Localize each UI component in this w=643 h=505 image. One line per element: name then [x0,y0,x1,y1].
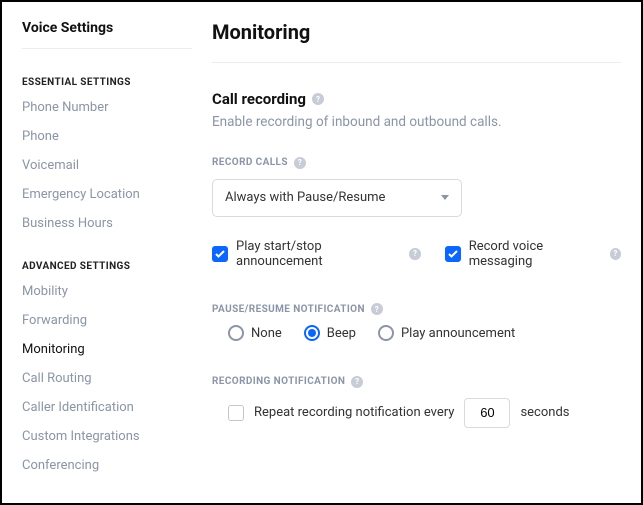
pause-resume-label-row: PAUSE/RESUME NOTIFICATION ? [212,303,383,315]
help-icon[interactable]: ? [610,248,621,260]
record-voice-messaging-label: Record voice messaging [469,239,602,269]
call-recording-description: Enable recording of inbound and outbound… [212,114,621,130]
sidebar-item-phone[interactable]: Phone [22,129,192,144]
help-icon[interactable]: ? [351,376,363,388]
repeat-notification-checkbox[interactable] [228,405,244,421]
check-icon [448,250,458,258]
sidebar-item-business-hours[interactable]: Business Hours [22,216,192,231]
sidebar-item-mobility[interactable]: Mobility [22,284,192,299]
sidebar-item-phone-number[interactable]: Phone Number [22,100,192,115]
record-calls-label: RECORD CALLS [212,157,288,168]
main-content: Monitoring Call recording ? Enable recor… [202,20,621,485]
help-icon[interactable]: ? [371,303,383,315]
sidebar-item-call-routing[interactable]: Call Routing [22,371,192,386]
call-recording-title-row: Call recording ? [212,90,324,108]
repeat-notification-row: Repeat recording notification every seco… [212,398,621,428]
play-announcement-label: Play start/stop announcement [236,239,401,269]
sidebar-item-emergency-location[interactable]: Emergency Location [22,187,192,202]
pause-resume-label: PAUSE/RESUME NOTIFICATION [212,304,365,315]
announcement-checkbox-row: Play start/stop announcement ? Record vo… [212,239,621,269]
advanced-settings-header: ADVANCED SETTINGS [22,261,192,272]
sidebar-item-voicemail[interactable]: Voicemail [22,158,192,173]
help-icon[interactable]: ? [409,248,420,260]
radio-play-announcement[interactable] [378,325,394,341]
essential-settings-header: ESSENTIAL SETTINGS [22,77,192,88]
radio-beep-label: Beep [327,326,356,341]
sidebar: Voice Settings ESSENTIAL SETTINGS Phone … [22,20,202,485]
call-recording-title: Call recording [212,90,306,108]
repeat-interval-input[interactable] [464,398,510,428]
radio-none[interactable] [228,325,244,341]
check-icon [215,250,225,258]
sidebar-item-custom-integrations[interactable]: Custom Integrations [22,429,192,444]
sidebar-item-conferencing[interactable]: Conferencing [22,458,192,473]
record-calls-label-row: RECORD CALLS ? [212,157,306,169]
chevron-down-icon [441,195,449,200]
help-icon[interactable]: ? [294,157,306,169]
sidebar-essential-group: ESSENTIAL SETTINGS Phone Number Phone Vo… [22,77,192,231]
sidebar-item-forwarding[interactable]: Forwarding [22,313,192,328]
help-icon[interactable]: ? [312,93,324,105]
radio-play-announcement-label: Play announcement [401,326,515,341]
call-recording-section: Call recording ? Enable recording of inb… [212,89,621,428]
pause-resume-option-beep[interactable]: Beep [304,325,356,341]
sidebar-item-monitoring[interactable]: Monitoring [22,342,192,357]
play-announcement-option[interactable]: Play start/stop announcement ? [212,239,421,269]
record-calls-value: Always with Pause/Resume [225,190,385,205]
sidebar-advanced-group: ADVANCED SETTINGS Mobility Forwarding Mo… [22,261,192,473]
sidebar-title: Voice Settings [22,20,192,49]
record-voice-messaging-option[interactable]: Record voice messaging ? [445,239,621,269]
repeat-label-prefix: Repeat recording notification every [254,405,454,420]
repeat-label-suffix: seconds [520,405,569,420]
sidebar-item-caller-identification[interactable]: Caller Identification [22,400,192,415]
radio-dot [308,329,316,337]
play-announcement-checkbox[interactable] [212,246,228,262]
pause-resume-option-play-announcement[interactable]: Play announcement [378,325,515,341]
page-title: Monitoring [212,20,621,63]
radio-beep[interactable] [304,325,320,341]
record-calls-select[interactable]: Always with Pause/Resume [212,179,462,217]
radio-none-label: None [251,326,282,341]
recording-notification-label: RECORDING NOTIFICATION [212,376,345,387]
recording-notification-label-row: RECORDING NOTIFICATION ? [212,376,363,388]
pause-resume-option-none[interactable]: None [228,325,282,341]
record-voice-messaging-checkbox[interactable] [445,246,461,262]
pause-resume-radio-group: None Beep Play announcement [212,325,621,341]
settings-window: Voice Settings ESSENTIAL SETTINGS Phone … [0,0,643,505]
